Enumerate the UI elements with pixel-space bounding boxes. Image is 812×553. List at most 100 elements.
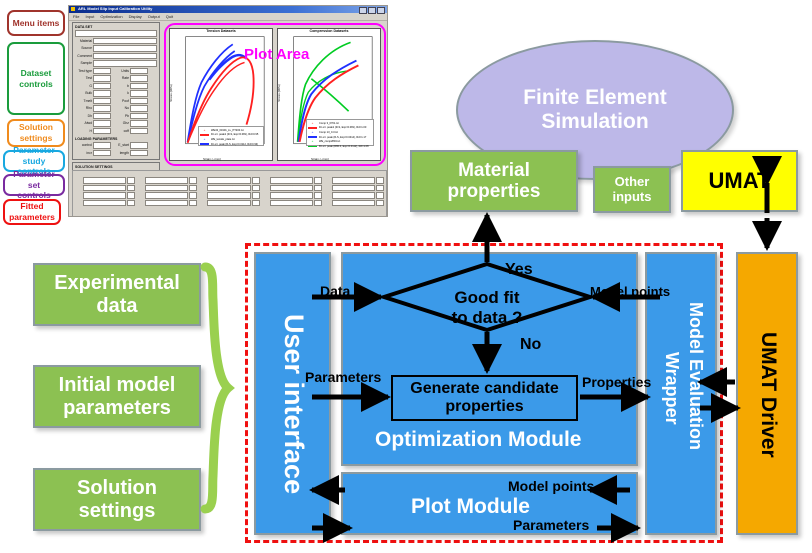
legend-label: WE_comp2804.txt <box>319 140 341 144</box>
param-input[interactable] <box>145 192 189 199</box>
field-input[interactable] <box>93 105 111 112</box>
callout-label: Parameter set controls <box>13 169 55 201</box>
field-input[interactable] <box>93 90 111 97</box>
menu-item-input[interactable]: Input <box>85 14 94 19</box>
pair-row: Rho Nu <box>75 105 157 112</box>
param-check[interactable] <box>127 199 136 206</box>
field-input[interactable] <box>93 67 111 74</box>
solution-group-title: SOLUTION SETTINGS <box>75 165 113 169</box>
param-check[interactable] <box>127 192 136 199</box>
dataset-select-row[interactable] <box>75 30 157 37</box>
param-check[interactable] <box>313 177 322 184</box>
param-check[interactable] <box>376 199 385 206</box>
field-input[interactable] <box>93 97 111 104</box>
param-input[interactable] <box>331 199 376 206</box>
material-properties-label: Material properties <box>447 159 541 202</box>
field-input[interactable] <box>130 82 148 89</box>
param-check[interactable] <box>376 184 385 191</box>
param-check[interactable] <box>251 177 260 184</box>
param-input[interactable] <box>269 184 313 191</box>
param-check[interactable] <box>189 192 198 199</box>
field-input[interactable] <box>93 120 111 127</box>
param-input[interactable] <box>145 177 189 184</box>
plot-area: Tension Datasets Stress (MPa) Strain (–/… <box>164 23 386 166</box>
field-input[interactable] <box>93 45 157 52</box>
param-input[interactable] <box>145 184 189 191</box>
dataset-group-title: DATA SET <box>75 25 93 29</box>
field-input[interactable] <box>93 142 111 149</box>
param-input[interactable] <box>83 192 127 199</box>
field-input[interactable] <box>93 149 111 156</box>
maximize-button[interactable] <box>368 7 376 14</box>
param-check[interactable] <box>127 184 136 191</box>
param-check[interactable] <box>251 184 260 191</box>
field-label: Nu <box>124 106 129 111</box>
field-input[interactable] <box>93 82 111 89</box>
param-input[interactable] <box>207 184 251 191</box>
field-input[interactable] <box>93 52 157 59</box>
menu-item-display[interactable]: Display <box>129 14 142 19</box>
param-input[interactable] <box>145 199 189 206</box>
param-check[interactable] <box>313 192 322 199</box>
callout-dataset-controls: Dataset controls <box>7 42 65 115</box>
param-check[interactable] <box>313 184 322 191</box>
field-input[interactable] <box>130 149 148 156</box>
param-input[interactable] <box>269 199 313 206</box>
field-input[interactable] <box>130 90 148 97</box>
field-input[interactable] <box>130 120 148 127</box>
field-input[interactable] <box>93 60 157 67</box>
param-input[interactable] <box>83 184 127 191</box>
fitted-parameters-panel <box>72 170 387 216</box>
dataset-select[interactable] <box>75 30 157 37</box>
field-label: Poof <box>122 98 129 103</box>
field-input[interactable] <box>130 67 148 74</box>
field-input[interactable] <box>130 105 148 112</box>
param-check[interactable] <box>313 199 322 206</box>
param-check[interactable] <box>251 199 260 206</box>
legend-label: Comp 3_0701.txt <box>319 121 339 125</box>
param-input[interactable] <box>269 177 313 184</box>
loading-group-title: LOADING PARAMETERS <box>75 137 118 141</box>
param-column <box>75 174 136 207</box>
param-input[interactable] <box>207 192 251 199</box>
param-check[interactable] <box>189 177 198 184</box>
field-label: Pb <box>124 113 129 118</box>
param-input[interactable] <box>269 192 313 199</box>
param-check[interactable] <box>189 199 198 206</box>
param-column <box>199 174 260 207</box>
minimize-button[interactable] <box>359 7 367 14</box>
field-input[interactable] <box>130 75 148 82</box>
param-input[interactable] <box>83 199 127 206</box>
menu-item-file[interactable]: File <box>73 14 79 19</box>
field-input[interactable] <box>130 142 148 149</box>
param-row <box>137 199 198 206</box>
field-input[interactable] <box>93 127 111 134</box>
other-inputs-label: Other inputs <box>612 173 652 204</box>
app-menu-bar[interactable]: File Input Optimization Display Output Q… <box>69 13 387 21</box>
param-input[interactable] <box>207 199 251 206</box>
param-input[interactable] <box>83 177 127 184</box>
param-check[interactable] <box>376 192 385 199</box>
field-input[interactable] <box>93 75 111 82</box>
param-check[interactable] <box>376 177 385 184</box>
param-input[interactable] <box>331 177 376 184</box>
param-input[interactable] <box>331 184 376 191</box>
field-label: k <box>127 91 129 96</box>
menu-item-output[interactable]: Output <box>148 14 160 19</box>
menu-item-quit[interactable]: Quit <box>166 14 173 19</box>
param-check[interactable] <box>251 192 260 199</box>
field-input[interactable] <box>130 97 148 104</box>
param-input[interactable] <box>331 192 376 199</box>
callout-parameter-set-controls: Parameter set controls <box>3 169 65 200</box>
field-input[interactable] <box>93 37 157 44</box>
field-input[interactable] <box>130 127 148 134</box>
menu-item-optimization[interactable]: Optimization <box>100 14 122 19</box>
field-input[interactable] <box>130 112 148 119</box>
field-input[interactable] <box>93 112 111 119</box>
close-button[interactable] <box>377 7 385 14</box>
window-controls[interactable] <box>359 7 385 14</box>
param-check[interactable] <box>189 184 198 191</box>
param-check[interactable] <box>127 177 136 184</box>
arrow-label-yes: Yes <box>505 261 533 278</box>
param-input[interactable] <box>207 177 251 184</box>
